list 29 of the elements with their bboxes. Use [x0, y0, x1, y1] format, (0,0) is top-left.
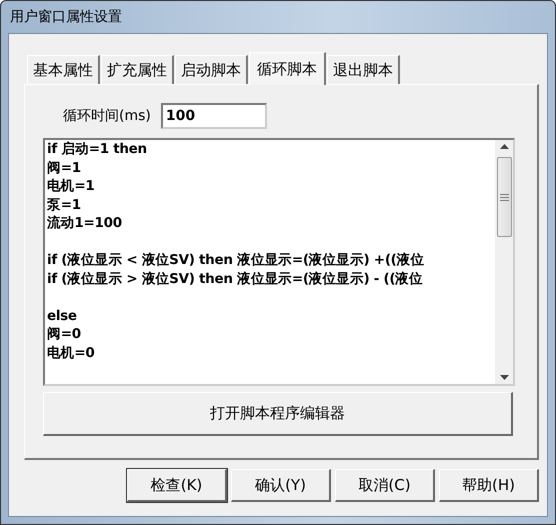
scroll-up-arrow-icon[interactable] [500, 144, 508, 149]
code-line: 阀=1 [47, 158, 82, 177]
code-line: 流动1=100 [47, 214, 123, 232]
code-line: if 启动=1 then [47, 140, 148, 158]
open-script-editor-button[interactable]: 打开脚本程序编辑器 [43, 392, 513, 436]
cycle-time-field[interactable]: 100 [160, 103, 267, 129]
vertical-scrollbar[interactable] [495, 140, 513, 384]
code-line: if (液位显示 > 液位SV) then 液位显示=(液位显示) - ((液位 [47, 270, 424, 288]
window-title: 用户窗口属性设置 [9, 8, 122, 26]
grip-icon [500, 194, 508, 200]
code-line: 泵=1 [47, 196, 82, 214]
scrollbar-thumb[interactable] [496, 157, 512, 237]
code-line: 阀=0 [47, 325, 82, 344]
tab[interactable]: 扩充属性 [101, 55, 174, 84]
dialog-button[interactable]: 帮助(H) [439, 469, 539, 502]
code-line: else [47, 306, 78, 325]
tab[interactable]: 循环脚本 [249, 52, 326, 85]
scroll-down-arrow-icon[interactable] [500, 375, 508, 380]
tab[interactable]: 退出脚本 [327, 55, 400, 84]
script-text-area[interactable]: if 启动=1 then 阀=1 电机=1 泵=1 流动1=100 if (液位显示 < 液位SV) then 液位显示=(液位显示) +((液位 if (液位显示 > 液位SV) then 液位显示=(液位显示) - ((液位 else 阀=0 电机=0 [43, 138, 515, 386]
dialog-button[interactable]: 取消(C) [335, 469, 435, 502]
dialog-button[interactable]: 检查(K) [127, 469, 227, 502]
tab[interactable]: 基本属性 [27, 55, 100, 84]
cycle-time-label: 循环时间(ms) [63, 107, 151, 125]
code-line: 电机=0 [47, 344, 96, 362]
code-line: if (液位显示 < 液位SV) then 液位显示=(液位显示) +((液位 [47, 251, 425, 270]
code-line: 电机=1 [47, 177, 96, 196]
dialog-button[interactable]: 确认(Y) [231, 469, 331, 502]
tab[interactable]: 启动脚本 [175, 55, 248, 84]
